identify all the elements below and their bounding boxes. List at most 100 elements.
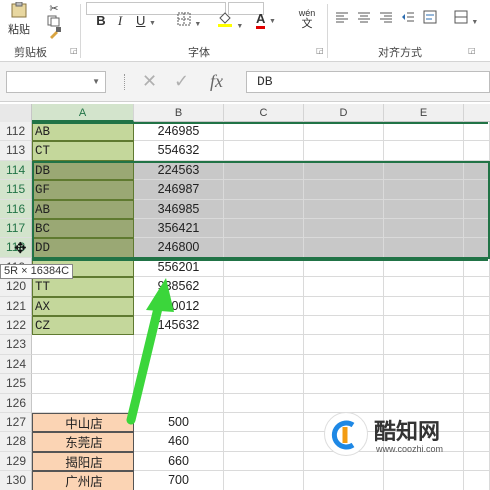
cell-b[interactable]: 346985 — [134, 199, 224, 219]
wrap-text-button[interactable] — [422, 10, 438, 29]
cell-a[interactable]: AB — [32, 122, 134, 142]
cell-a[interactable]: DD — [32, 238, 134, 258]
row-header[interactable]: 126 — [0, 393, 32, 413]
cell-empty[interactable] — [464, 180, 490, 200]
row-header[interactable]: 122 — [0, 316, 32, 336]
cell-empty[interactable] — [224, 335, 304, 355]
row-header[interactable]: 127 — [0, 413, 32, 433]
cell-empty[interactable] — [464, 238, 490, 258]
cell-empty[interactable] — [304, 471, 384, 490]
cell-empty[interactable] — [224, 374, 304, 394]
cell-empty[interactable] — [224, 432, 304, 452]
cell-b[interactable]: 938562 — [134, 277, 224, 297]
cell-a[interactable] — [32, 374, 134, 394]
cell-empty[interactable] — [464, 141, 490, 161]
cell-empty[interactable] — [304, 296, 384, 316]
cell-empty[interactable] — [384, 374, 464, 394]
cell-empty[interactable] — [464, 296, 490, 316]
cell-b[interactable]: 356421 — [134, 219, 224, 239]
cell-empty[interactable] — [384, 296, 464, 316]
cell-empty[interactable] — [224, 413, 304, 433]
cell-a[interactable] — [32, 335, 134, 355]
cell-b[interactable]: 460 — [134, 432, 224, 452]
decrease-indent-button[interactable] — [400, 10, 416, 28]
column-header-d[interactable]: D — [304, 104, 384, 122]
row-header[interactable]: 129 — [0, 451, 32, 472]
cell-a[interactable]: 东莞店 — [32, 432, 134, 452]
cell-empty[interactable] — [304, 335, 384, 355]
cell-b[interactable] — [134, 374, 224, 394]
select-all-corner[interactable] — [0, 104, 32, 122]
cell-empty[interactable] — [304, 141, 384, 161]
row-header[interactable]: 121 — [0, 296, 32, 316]
cell-b[interactable]: 530012 — [134, 296, 224, 316]
cell-empty[interactable] — [384, 471, 464, 490]
cell-empty[interactable] — [464, 471, 490, 490]
cell-empty[interactable] — [384, 160, 464, 181]
cell-empty[interactable] — [304, 219, 384, 239]
cell-b[interactable] — [134, 335, 224, 355]
row-header[interactable]: 116 — [0, 199, 32, 219]
row-header[interactable]: 117 — [0, 219, 32, 239]
cell-a[interactable]: 揭阳店 — [32, 451, 134, 472]
cell-empty[interactable] — [304, 122, 384, 142]
cell-empty[interactable] — [224, 199, 304, 219]
cell-empty[interactable] — [224, 296, 304, 316]
paste-button[interactable]: 粘贴 — [4, 1, 34, 38]
row-header[interactable]: 124 — [0, 354, 32, 375]
cell-empty[interactable] — [384, 122, 464, 142]
enter-icon[interactable]: ✓ — [174, 71, 189, 92]
cell-empty[interactable] — [224, 141, 304, 161]
cell-b[interactable]: 224563 — [134, 160, 224, 181]
cell-a[interactable]: CT — [32, 141, 134, 161]
cell-empty[interactable] — [384, 180, 464, 200]
cell-empty[interactable] — [304, 199, 384, 219]
font-launcher-icon[interactable]: ◲ — [316, 46, 324, 55]
cell-a[interactable]: AX — [32, 296, 134, 316]
cell-empty[interactable] — [224, 180, 304, 200]
cell-empty[interactable] — [304, 374, 384, 394]
cell-empty[interactable] — [384, 199, 464, 219]
cell-empty[interactable] — [464, 160, 490, 181]
align-right-button[interactable] — [378, 10, 394, 28]
phonetic-button[interactable]: wén 文 — [294, 8, 320, 30]
alignment-launcher-icon[interactable]: ◲ — [468, 46, 476, 55]
cell-a[interactable]: DB — [32, 160, 134, 181]
column-header-b[interactable]: B — [134, 104, 224, 122]
underline-button[interactable]: U ▼ — [134, 12, 158, 33]
row-header[interactable]: 130 — [0, 471, 32, 490]
cell-b[interactable]: 700 — [134, 471, 224, 490]
borders-button[interactable]: ▼ — [176, 12, 202, 34]
fill-color-button[interactable]: ▼ — [216, 10, 244, 36]
cell-empty[interactable] — [464, 354, 490, 375]
cell-empty[interactable] — [304, 180, 384, 200]
row-header[interactable]: 115 — [0, 180, 32, 200]
cell-empty[interactable] — [304, 316, 384, 336]
cell-b[interactable] — [134, 354, 224, 375]
cell-b[interactable]: 246985 — [134, 122, 224, 142]
cell-empty[interactable] — [224, 122, 304, 142]
column-header-c[interactable]: C — [224, 104, 304, 122]
format-painter-button[interactable] — [46, 26, 64, 44]
cell-empty[interactable] — [384, 238, 464, 258]
merge-button[interactable]: ▼ — [452, 10, 480, 32]
cell-empty[interactable] — [464, 277, 490, 297]
row-header[interactable]: 125 — [0, 374, 32, 394]
row-header[interactable]: 113 — [0, 141, 32, 161]
cell-empty[interactable] — [384, 354, 464, 375]
chevron-down-icon[interactable]: ▼ — [92, 77, 100, 86]
cell-empty[interactable] — [304, 238, 384, 258]
cell-empty[interactable] — [384, 141, 464, 161]
italic-button[interactable]: I — [114, 12, 126, 30]
cell-empty[interactable] — [224, 393, 304, 413]
row-header[interactable]: 114 — [0, 160, 32, 181]
cell-a[interactable] — [32, 354, 134, 375]
cell-b[interactable]: 554632 — [134, 141, 224, 161]
cancel-icon[interactable]: ✕ — [142, 71, 157, 92]
cell-empty[interactable] — [384, 316, 464, 336]
cell-a[interactable]: CZ — [32, 316, 134, 336]
cell-empty[interactable] — [224, 238, 304, 258]
align-center-button[interactable] — [356, 10, 372, 28]
row-header[interactable]: 112 — [0, 122, 32, 142]
column-header-e[interactable]: E — [384, 104, 464, 122]
